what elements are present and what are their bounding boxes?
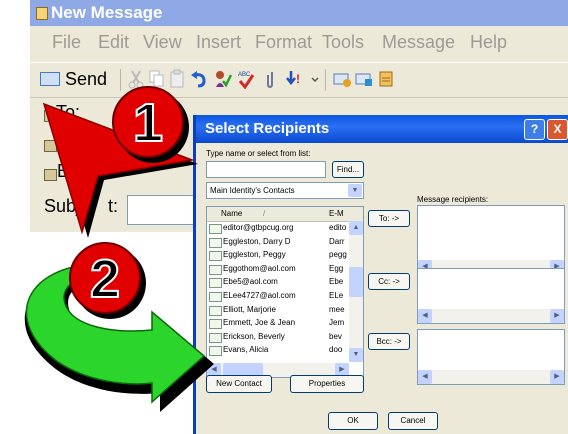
step-2-label: 2 (90, 249, 120, 309)
step-2-marker: 2 (69, 242, 146, 319)
annotation-overlay: 1 2 (24, 86, 214, 412)
step-1-label: 1 (133, 93, 163, 153)
